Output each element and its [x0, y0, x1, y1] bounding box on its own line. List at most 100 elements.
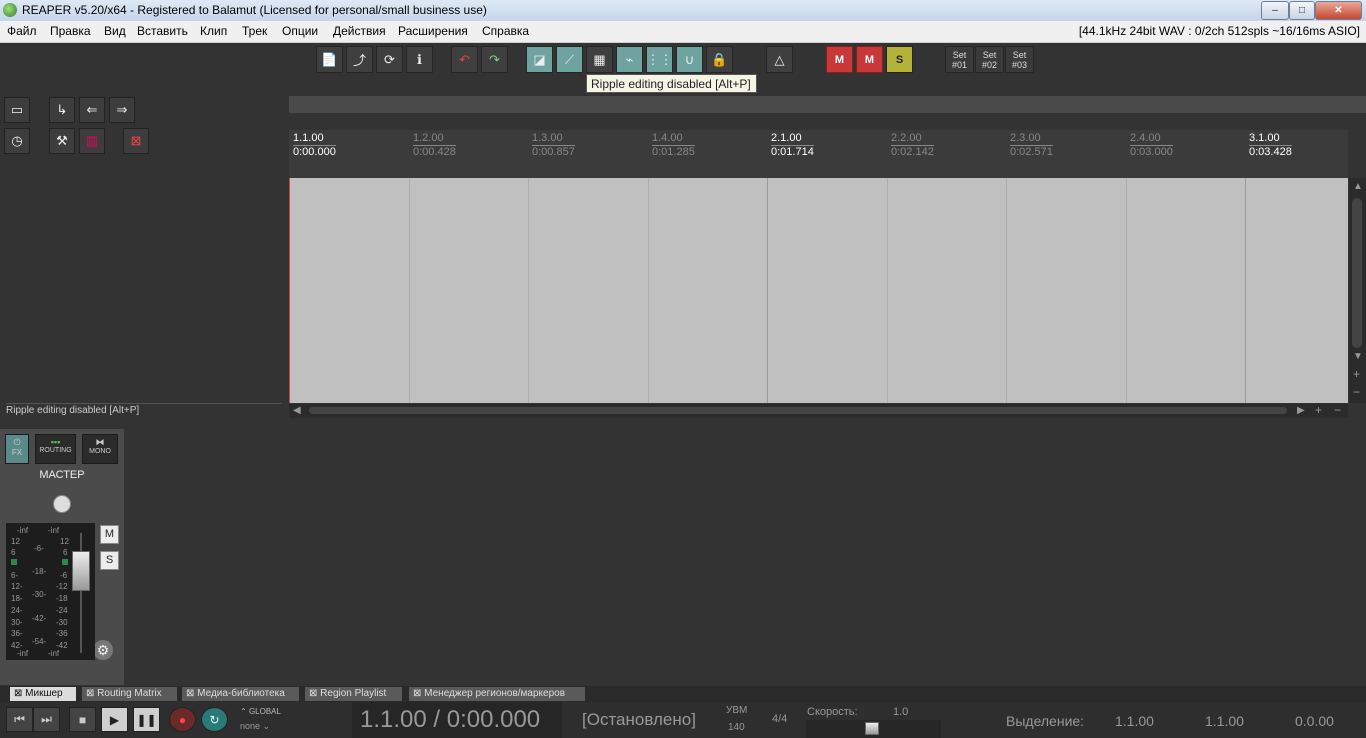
save-project-button[interactable]: ⟳ — [376, 46, 403, 73]
set-number: #02 — [981, 60, 998, 70]
meter-label: -6 — [60, 571, 68, 580]
maximize-button[interactable]: □ — [1289, 1, 1315, 20]
vertical-scroll-thumb[interactable] — [1352, 198, 1362, 348]
global-value[interactable]: none ⌄ — [240, 721, 270, 732]
global-automation[interactable]: ⌃ GLOBAL — [240, 707, 281, 716]
horizontal-scroll-thumb[interactable] — [309, 407, 1287, 414]
menu-track[interactable]: Трек — [242, 24, 267, 38]
set-01-button[interactable]: Set #01 — [945, 46, 974, 73]
master-solo-button[interactable]: S — [100, 551, 119, 570]
delete-track-button[interactable]: ⊠ — [123, 128, 149, 154]
close-icon[interactable]: ⊠ — [186, 688, 197, 699]
marker-time: 0:03.428 — [1249, 146, 1292, 158]
menu-file[interactable]: Файл — [7, 24, 37, 38]
region-lane[interactable] — [289, 96, 1366, 113]
bpm-value[interactable]: 140 — [728, 722, 745, 733]
insert-track-button[interactable]: ▭ — [4, 97, 30, 123]
menu-edit[interactable]: Правка — [50, 24, 91, 38]
ripple-editing-button[interactable]: ▦ — [586, 46, 613, 73]
tab-region-playlist[interactable]: ⊠ Region Playlist — [305, 687, 402, 701]
unsolo-all-button[interactable]: S — [886, 46, 913, 73]
folder-button[interactable]: ↳ — [49, 97, 75, 123]
menu-insert[interactable]: Вставить — [137, 24, 188, 38]
tab-region-manager[interactable]: ⊠ Менеджер регионов/маркеров — [409, 687, 585, 701]
menu-extensions[interactable]: Расширения — [398, 24, 468, 38]
set-label: Set — [952, 50, 967, 60]
tool-button[interactable]: ⚒ — [49, 128, 75, 154]
snap-button[interactable]: ∪ — [676, 46, 703, 73]
vertical-scrollbar[interactable]: ▲ ▼ + − — [1349, 178, 1366, 403]
minimize-button[interactable]: – — [1261, 1, 1289, 20]
volume-fader[interactable] — [72, 551, 90, 591]
color-button[interactable]: ▥ — [79, 128, 105, 154]
pause-button[interactable]: ❚❚ — [133, 707, 160, 732]
menu-view[interactable]: Вид — [104, 24, 126, 38]
selection-length[interactable]: 0.0.00 — [1295, 713, 1334, 729]
meter-label: 6- — [11, 571, 19, 580]
horizontal-scrollbar[interactable]: ◀ ▶ + − — [289, 403, 1348, 418]
go-end-button[interactable]: ⏭ — [33, 707, 60, 732]
project-settings-button[interactable]: ℹ — [406, 46, 433, 73]
position-display[interactable]: 1.1.00 / 0:00.000 — [360, 706, 540, 734]
rate-slider[interactable] — [806, 720, 941, 738]
arrange-view[interactable] — [289, 178, 1348, 403]
menu-options[interactable]: Опции — [282, 24, 318, 38]
move-left-button[interactable]: ⇐ — [79, 97, 105, 123]
scroll-right-icon[interactable]: ▶ — [1297, 405, 1305, 416]
zoom-out-icon[interactable]: − — [1334, 403, 1341, 417]
close-icon[interactable]: ⊠ — [309, 688, 320, 699]
time-signature[interactable]: 4/4 — [772, 713, 787, 725]
go-start-button[interactable]: ⏮ — [6, 707, 33, 732]
open-project-button[interactable]: ⤴ — [346, 46, 373, 73]
stop-button[interactable]: ■ — [69, 707, 96, 732]
set-03-button[interactable]: Set #03 — [1005, 46, 1034, 73]
new-project-button[interactable]: 📄 — [316, 46, 343, 73]
zoom-in-icon[interactable]: + — [1315, 403, 1322, 417]
tab-media-explorer[interactable]: ⊠ Медиа-библиотека — [182, 687, 299, 701]
gear-icon[interactable]: ⚙ — [93, 640, 113, 660]
redo-button[interactable]: ↷ — [481, 46, 508, 73]
menu-actions[interactable]: Действия — [333, 24, 386, 38]
scroll-down-icon[interactable]: ▼ — [1353, 351, 1363, 362]
pan-knob[interactable] — [53, 495, 71, 513]
menu-item[interactable]: Клип — [200, 24, 227, 38]
lock-button[interactable]: 🔒 — [706, 46, 733, 73]
move-right-button[interactable]: ⇒ — [109, 97, 135, 123]
set-02-button[interactable]: Set #02 — [975, 46, 1004, 73]
zoom-in-icon[interactable]: + — [1353, 367, 1360, 381]
auto-crossfade-button[interactable]: ◪ — [526, 46, 553, 73]
play-button[interactable]: ▶ — [101, 707, 128, 732]
marker-time: 0:00.428 — [413, 146, 456, 158]
menu-help[interactable]: Справка — [482, 24, 529, 38]
timeline-ruler[interactable]: 1.1.00 0:00.000 1.2.00 0:00.428 1.3.00 0:00… — [289, 130, 1348, 178]
mono-button[interactable]: ⧓ MONO — [82, 434, 118, 464]
scroll-up-icon[interactable]: ▲ — [1353, 181, 1363, 192]
fx-button[interactable]: ⏻ FX — [5, 434, 29, 464]
mute-button[interactable]: M — [826, 46, 853, 73]
zoom-out-icon[interactable]: − — [1353, 385, 1360, 399]
mixer-area[interactable] — [124, 429, 1366, 686]
clock-icon: ◷ — [11, 133, 23, 148]
tab-mixer[interactable]: ⊠ Микшер — [10, 687, 76, 701]
record-button[interactable]: ● — [169, 707, 196, 732]
repeat-button[interactable]: ↻ — [201, 707, 228, 732]
master-mute-button[interactable]: M — [100, 525, 119, 544]
rate-slider-thumb[interactable] — [865, 722, 879, 735]
delete-icon: ⊠ — [130, 133, 142, 148]
unmute-all-button[interactable]: M — [856, 46, 883, 73]
close-icon[interactable]: ⊠ — [86, 688, 97, 699]
metronome-button[interactable]: △ — [766, 46, 793, 73]
item-grouping-button[interactable]: ⌁ — [616, 46, 643, 73]
close-button[interactable]: ✕ — [1315, 1, 1362, 20]
close-icon[interactable]: ⊠ — [413, 688, 424, 699]
tab-routing-matrix[interactable]: ⊠ Routing Matrix — [82, 687, 177, 701]
grid-button[interactable]: ⋮⋮ — [646, 46, 673, 73]
scroll-left-icon[interactable]: ◀ — [293, 405, 301, 416]
close-icon[interactable]: ⊠ — [14, 688, 25, 699]
undo-button[interactable]: ↶ — [451, 46, 478, 73]
envelope-button[interactable]: ◷ — [4, 128, 30, 154]
selection-start[interactable]: 1.1.00 — [1115, 713, 1154, 729]
routing-button[interactable]: ▪▪▪ ROUTING — [35, 434, 76, 464]
envelope-move-button[interactable]: ⟋ — [556, 46, 583, 73]
selection-end[interactable]: 1.1.00 — [1205, 713, 1244, 729]
